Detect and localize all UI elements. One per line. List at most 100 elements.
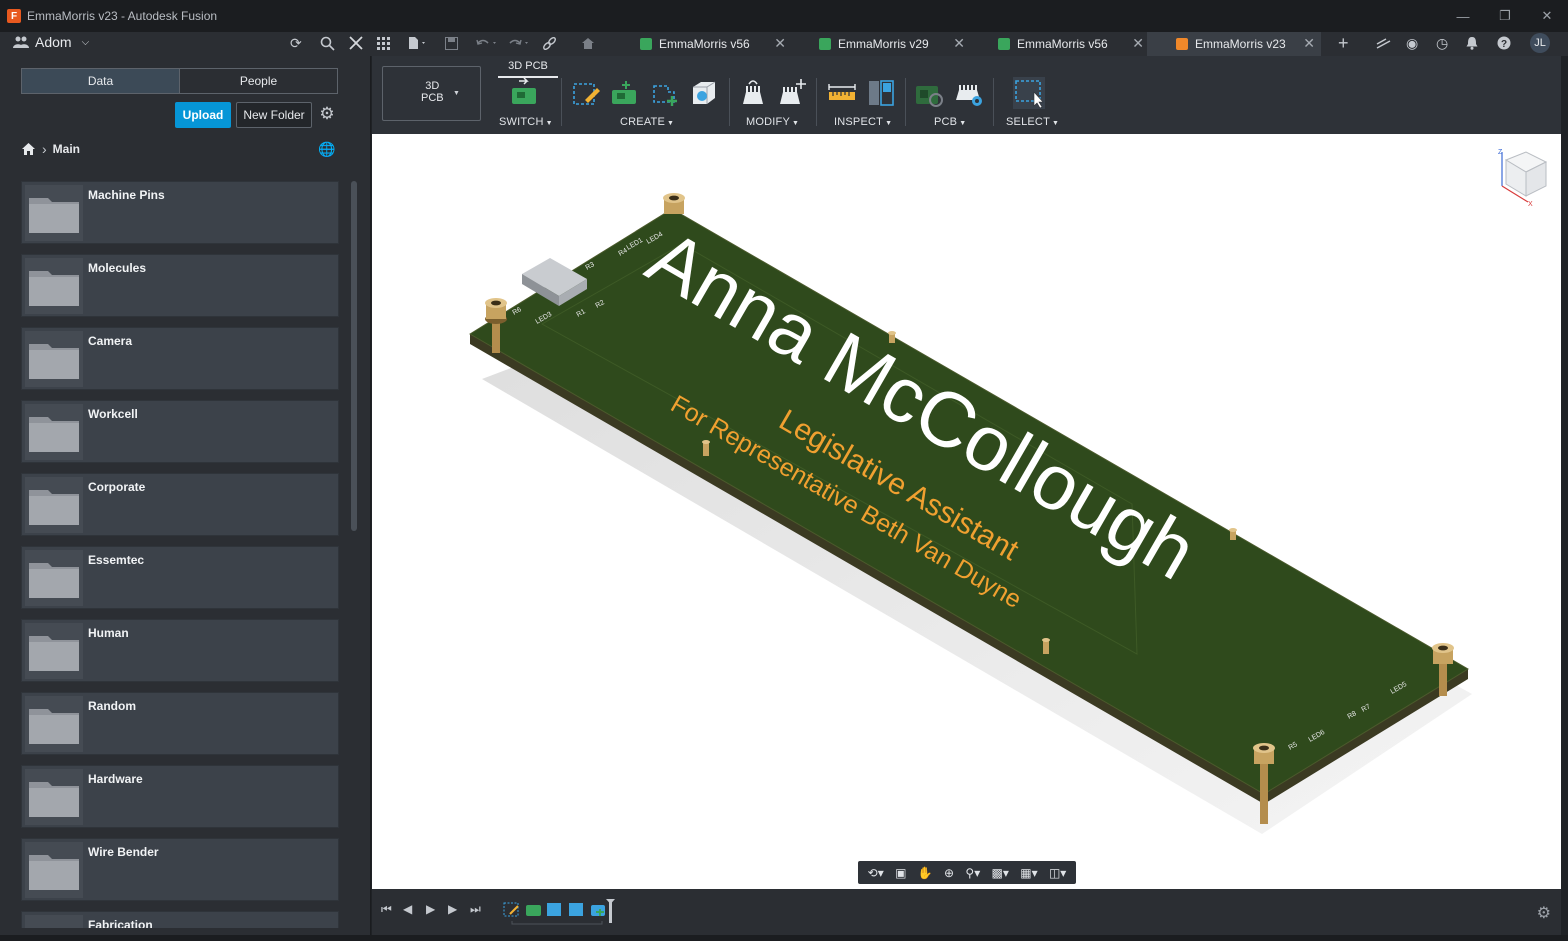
window-select-icon[interactable] [1012, 76, 1046, 110]
timeline-features[interactable] [502, 899, 622, 927]
tab-3d-pcb[interactable]: 3D PCB [498, 58, 558, 78]
close-tab-icon[interactable]: ✕ [1132, 35, 1144, 52]
pcb-sync-icon[interactable] [914, 78, 944, 108]
board-top [469, 208, 1469, 795]
move-component-icon[interactable] [777, 78, 807, 108]
tab-people[interactable]: People [180, 69, 337, 93]
folder-item[interactable]: Hardware [21, 765, 339, 828]
create-3d-body-icon[interactable] [689, 78, 719, 108]
close-tab-icon[interactable]: ✕ [774, 35, 786, 52]
viewports-icon[interactable]: ◫▾ [1049, 866, 1066, 880]
grid-apps-icon[interactable] [377, 33, 390, 53]
home-icon[interactable] [21, 142, 36, 156]
document-tab-4-active[interactable]: EmmaMorris v23 ✕ [1147, 32, 1321, 56]
svg-text:Z: Z [1498, 149, 1503, 156]
view-cube[interactable]: Z X [1492, 146, 1552, 208]
folder-item[interactable]: Human [21, 619, 339, 682]
pcb-group[interactable]: PCB ▼ [934, 116, 966, 128]
folder-item[interactable]: Random [21, 692, 339, 755]
folder-item[interactable]: Machine Pins [21, 181, 339, 244]
help-icon[interactable]: ? [1497, 33, 1511, 53]
upload-button[interactable]: Upload [175, 102, 231, 128]
data-panel: Data People Upload New Folder ⚙ › Main 🌐… [0, 56, 371, 935]
modify-group[interactable]: MODIFY ▼ [746, 116, 799, 128]
inspect-group[interactable]: INSPECT ▼ [834, 116, 892, 128]
redo-icon[interactable] [508, 33, 532, 53]
folder-item[interactable]: Camera [21, 327, 339, 390]
step-forward-icon[interactable]: ▶ [448, 902, 457, 916]
create-sketch-icon[interactable] [571, 78, 601, 108]
team-switcher[interactable]: Adom ⌵ [13, 32, 89, 52]
workspace-switcher[interactable]: 3D PCB ▼ [382, 66, 481, 121]
switch-group[interactable]: SWITCH ▼ [499, 116, 553, 128]
folder-item[interactable]: Molecules [21, 254, 339, 317]
create-component-icon[interactable] [610, 78, 640, 108]
undo-icon[interactable] [476, 33, 500, 53]
home-icon[interactable] [581, 33, 595, 53]
section-analysis-icon[interactable] [866, 78, 896, 108]
right-edge [1561, 56, 1568, 935]
look-at-icon[interactable]: ▣ [895, 866, 906, 880]
ribbon-toolbar: 3D PCB ▼ 3D PCB SWITCH ▼ CREATE ▼ MODIFY ▼ I… [372, 56, 1561, 134]
document-tab-3[interactable]: EmmaMorris v56 ✕ [990, 32, 1150, 56]
folder-item[interactable]: Fabrication [21, 911, 339, 928]
search-icon[interactable] [320, 33, 335, 53]
gear-icon[interactable]: ⚙ [317, 104, 337, 124]
create-group[interactable]: CREATE ▼ [620, 116, 674, 128]
switch-group-label: SWITCH [499, 116, 544, 128]
file-menu-icon[interactable] [408, 33, 428, 53]
extensions-icon[interactable]: ◉ [1406, 33, 1418, 53]
toolbar-divider [561, 78, 562, 126]
play-icon[interactable]: ▶ [426, 902, 435, 916]
zoom-icon[interactable]: ⊕ [944, 866, 954, 880]
folder-item[interactable]: Corporate [21, 473, 339, 536]
timeline-settings-gear-icon[interactable]: ⚙ [1537, 903, 1551, 923]
pcb-settings-icon[interactable] [954, 78, 984, 108]
folder-item[interactable]: Workcell [21, 400, 339, 463]
minimize-icon[interactable]: — [1442, 0, 1484, 32]
pcb-3d-model[interactable]: Anna McCollough Legislative Assistant Fo… [372, 134, 1561, 889]
timeline: ⏮ ◀ ▶ ▶ ⏭ ⚙ [372, 889, 1561, 935]
measure-icon[interactable] [827, 78, 857, 108]
link-icon[interactable] [542, 33, 557, 53]
close-panel-icon[interactable] [348, 33, 364, 53]
folder-list-scrollbar[interactable] [351, 181, 357, 531]
refresh-icon[interactable]: ⟳ [290, 33, 302, 53]
go-to-end-icon[interactable]: ⏭ [470, 902, 481, 917]
job-status-icon[interactable] [1376, 33, 1391, 53]
grid-settings-icon[interactable]: ▦▾ [1020, 866, 1037, 880]
step-back-icon[interactable]: ◀ [403, 902, 412, 916]
breadcrumb-current[interactable]: Main [53, 142, 80, 156]
close-window-icon[interactable]: ✕ [1526, 0, 1568, 32]
clock-icon[interactable]: ◷ [1436, 33, 1448, 53]
create-outline-icon[interactable] [650, 78, 680, 108]
3d-viewport[interactable]: Anna McCollough Legislative Assistant Fo… [372, 134, 1561, 889]
folder-item[interactable]: Essemtec [21, 546, 339, 609]
pan-icon[interactable]: ✋ [918, 866, 933, 880]
folder-icon [28, 924, 80, 928]
orbit-icon[interactable]: ⟲▾ [868, 866, 884, 880]
document-tab-1[interactable]: EmmaMorris v56 ✕ [632, 32, 792, 56]
new-folder-button[interactable]: New Folder [236, 102, 312, 128]
globe-icon[interactable]: 🌐 [318, 140, 336, 158]
restore-icon[interactable]: ❐ [1484, 0, 1526, 32]
folder-item[interactable]: Wire Bender [21, 838, 339, 901]
user-avatar[interactable]: JL [1530, 33, 1550, 53]
modify-footprint-icon[interactable] [738, 78, 768, 108]
notifications-icon[interactable] [1466, 33, 1478, 53]
document-tab-2[interactable]: EmmaMorris v29 ✕ [811, 32, 971, 56]
data-people-toggle: Data People [21, 68, 338, 94]
go-to-start-icon[interactable]: ⏮ [381, 902, 392, 917]
folder-icon [29, 636, 79, 671]
display-settings-icon[interactable]: ▩▾ [992, 866, 1009, 880]
folder-thumbnail [25, 185, 83, 241]
window-title: EmmaMorris v23 - Autodesk Fusion [27, 9, 218, 23]
switch-to-pcb-icon[interactable] [509, 78, 539, 108]
tab-data[interactable]: Data [22, 69, 180, 93]
select-group[interactable]: SELECT ▼ [1006, 116, 1059, 128]
close-tab-icon[interactable]: ✕ [953, 35, 965, 52]
new-tab-icon[interactable]: + [1338, 33, 1349, 53]
fit-icon[interactable]: ⚲▾ [965, 866, 980, 880]
close-tab-icon[interactable]: ✕ [1303, 35, 1315, 52]
save-icon[interactable] [445, 33, 458, 53]
